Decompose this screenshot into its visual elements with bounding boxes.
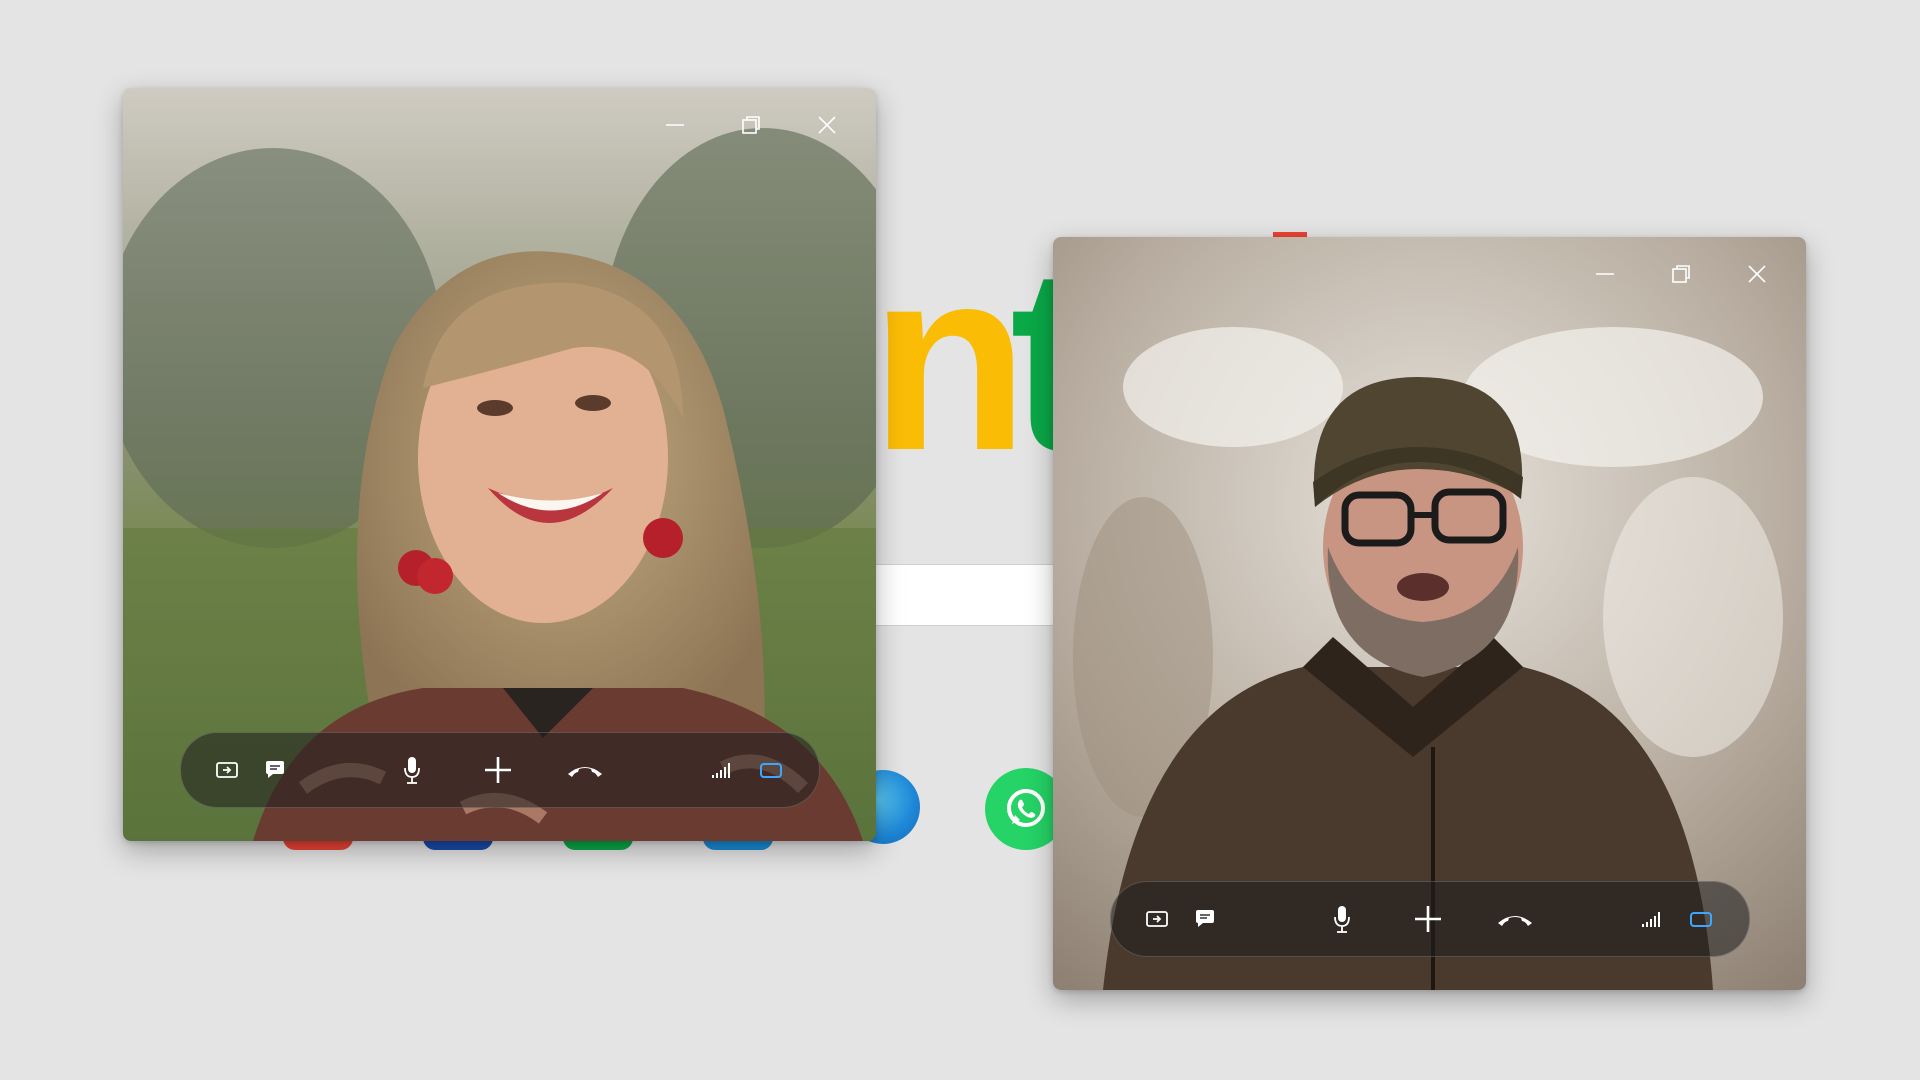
mute-button[interactable]: [1318, 895, 1366, 943]
chat-icon: [1196, 910, 1214, 927]
close-button[interactable]: [796, 106, 858, 144]
minimize-icon: [666, 124, 684, 126]
microphone-icon: [404, 757, 420, 784]
call-controls-bar: [1110, 881, 1750, 957]
video-feed-man: [1053, 237, 1806, 990]
window-controls: [1574, 255, 1788, 293]
close-button[interactable]: [1726, 255, 1788, 293]
restore-button[interactable]: [720, 106, 782, 144]
call-controls-bar: [180, 732, 820, 808]
brand-letter-n: n: [870, 215, 1029, 505]
video-toggle-button[interactable]: [747, 746, 795, 794]
share-screen-button[interactable]: [203, 746, 251, 794]
search-bar[interactable]: [876, 564, 1060, 626]
mute-button[interactable]: [388, 746, 436, 794]
end-call-button[interactable]: [1491, 895, 1539, 943]
add-participant-button[interactable]: [1404, 895, 1452, 943]
signal-icon: [1642, 912, 1660, 927]
call-window-woman[interactable]: [123, 88, 876, 841]
window-controls: [644, 106, 858, 144]
chat-icon: [266, 761, 284, 778]
chat-button[interactable]: [251, 746, 299, 794]
restore-icon: [742, 116, 760, 134]
minimize-button[interactable]: [1574, 255, 1636, 293]
video-icon: [760, 763, 782, 778]
call-window-man[interactable]: [1053, 237, 1806, 990]
video-icon: [1690, 912, 1712, 927]
close-icon: [818, 116, 836, 134]
minimize-icon: [1596, 273, 1614, 275]
add-icon: [485, 757, 511, 783]
end-call-icon: [568, 767, 602, 777]
chat-button[interactable]: [1181, 895, 1229, 943]
signal-icon: [712, 763, 730, 778]
end-call-icon: [1498, 916, 1532, 926]
restore-button[interactable]: [1650, 255, 1712, 293]
video-feed-woman: [123, 88, 876, 841]
restore-icon: [1672, 265, 1690, 283]
share-screen-button[interactable]: [1133, 895, 1181, 943]
minimize-button[interactable]: [644, 106, 706, 144]
share-screen-icon: [1146, 911, 1168, 927]
add-participant-button[interactable]: [474, 746, 522, 794]
video-toggle-button[interactable]: [1677, 895, 1725, 943]
whatsapp-icon: [1007, 789, 1045, 827]
signal-strength: [698, 746, 746, 794]
close-icon: [1748, 265, 1766, 283]
end-call-button[interactable]: [561, 746, 609, 794]
add-icon: [1415, 906, 1441, 932]
microphone-icon: [1334, 906, 1350, 933]
signal-strength: [1628, 895, 1676, 943]
share-screen-icon: [216, 762, 238, 778]
